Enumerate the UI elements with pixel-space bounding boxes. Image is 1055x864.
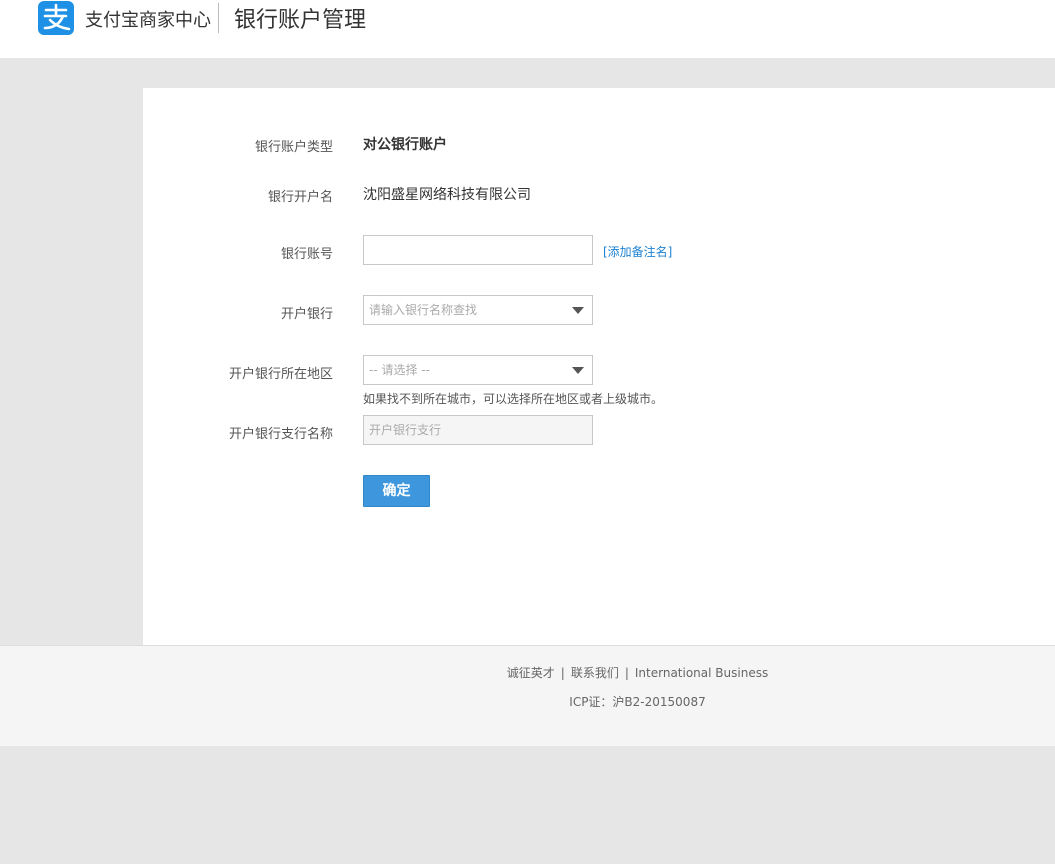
page-title: 银行账户管理 xyxy=(234,8,367,33)
footer-separator: | xyxy=(624,666,629,680)
add-note-link[interactable]: [添加备注名] xyxy=(603,243,672,260)
bank-label: 开户银行 xyxy=(280,307,333,322)
icp-license: ICP证：沪B2-20150087 xyxy=(569,695,706,709)
account-name-value: 沈阳盛星网络科技有限公司 xyxy=(363,187,531,203)
footer: 诚征英才 | 联系我们 | International Business ICP证：沪B… xyxy=(0,645,1055,746)
region-select-value: -- 请选择 -- xyxy=(369,363,430,377)
bank-select[interactable]: 请输入银行名称查找 xyxy=(363,295,593,325)
header: 支付宝商家中心 银行账户管理 xyxy=(0,0,1055,58)
branch-input-placeholder: 开户银行支行 xyxy=(369,423,442,437)
footer-link-international[interactable]: International Business xyxy=(635,666,768,680)
account-number-label: 银行账号 xyxy=(280,247,333,262)
footer-link-careers[interactable]: 诚征英才 xyxy=(507,666,555,680)
account-name-label: 银行开户名 xyxy=(267,190,333,205)
alipay-logo-icon[interactable] xyxy=(38,1,74,35)
region-hint: 如果找不到所在城市，可以选择所在地区或者上级城市。 xyxy=(363,392,664,406)
bank-select-placeholder: 请输入银行名称查找 xyxy=(369,303,478,317)
brand-name[interactable]: 支付宝商家中心 xyxy=(85,6,211,32)
header-divider xyxy=(218,3,219,33)
account-type-label: 银行账户类型 xyxy=(254,140,333,155)
branch-label: 开户银行支行名称 xyxy=(228,427,333,442)
account-type-value: 对公银行账户 xyxy=(363,137,447,153)
branch-input[interactable]: 开户银行支行 xyxy=(363,415,593,445)
footer-separator: | xyxy=(560,666,565,680)
footer-link-contact[interactable]: 联系我们 xyxy=(571,666,619,680)
chevron-down-icon xyxy=(572,307,584,314)
footer-links: 诚征英才 | 联系我们 | International Business xyxy=(0,664,1055,681)
region-select[interactable]: -- 请选择 -- xyxy=(363,355,593,385)
account-number-input[interactable] xyxy=(363,235,593,265)
confirm-button[interactable]: 确定 xyxy=(363,475,430,507)
region-label: 开户银行所在地区 xyxy=(228,367,333,382)
chevron-down-icon xyxy=(572,367,584,374)
